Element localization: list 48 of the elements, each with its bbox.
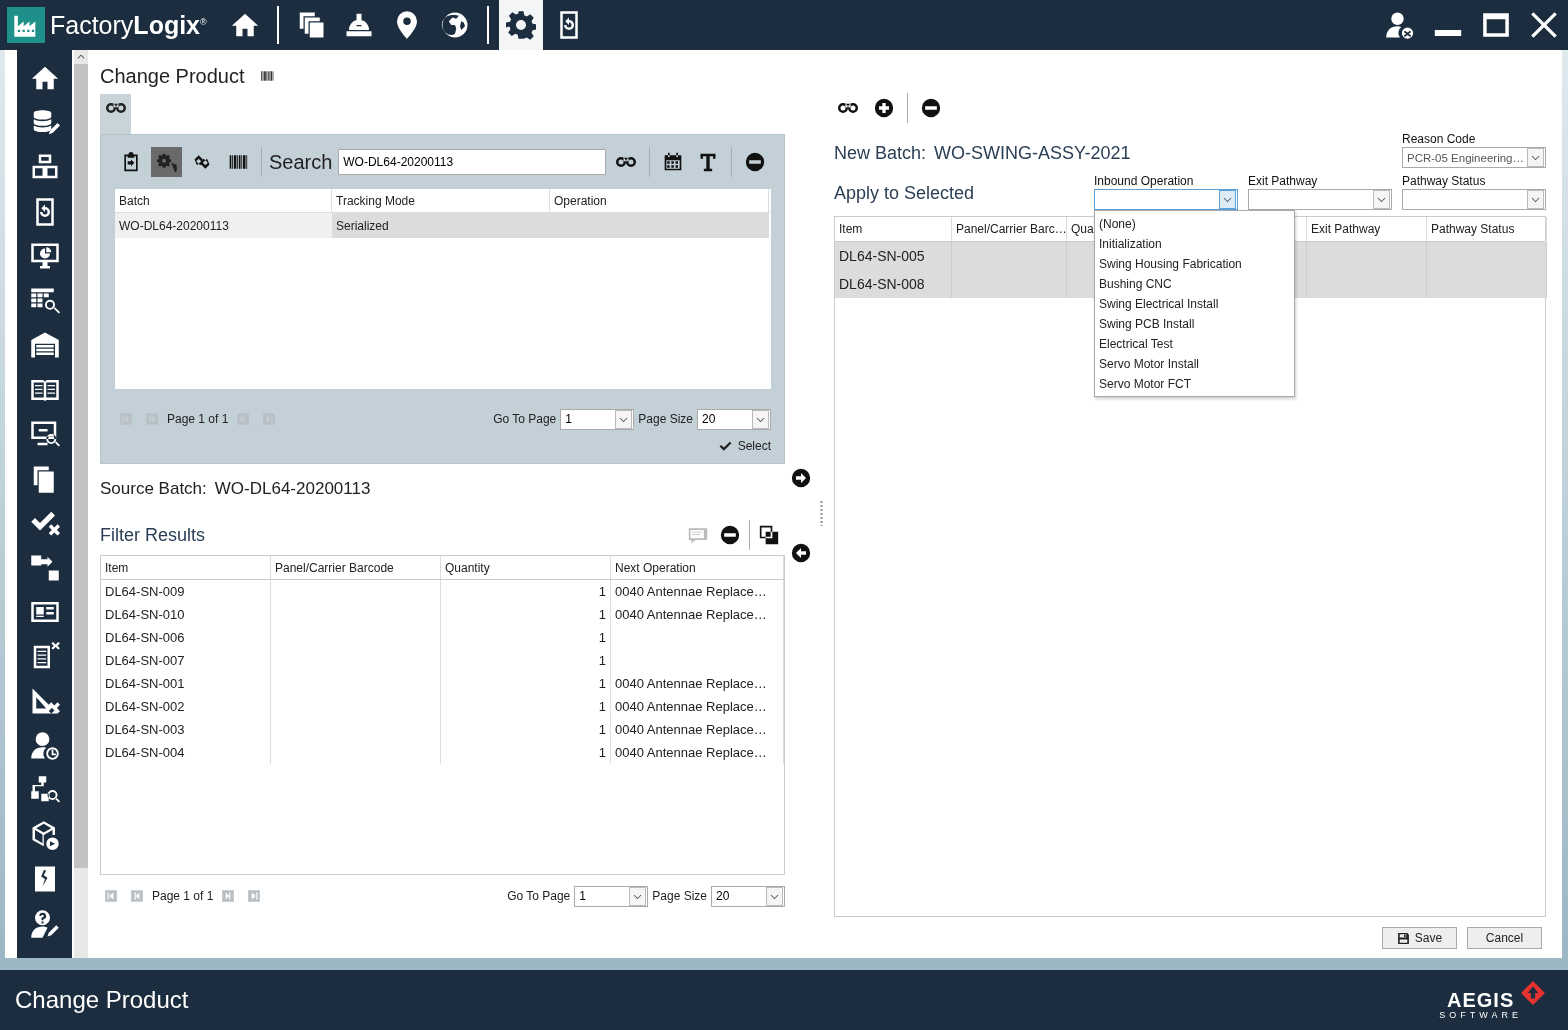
table-cell: DL64-SN-005: [835, 242, 952, 270]
source-batch-label: Source Batch:: [100, 479, 207, 499]
table-cell: 0040 Antennae Replace…: [611, 741, 784, 764]
brand-tagline: SOFTWARE: [1439, 1009, 1522, 1021]
brand-name: AEGIS: [1447, 989, 1515, 1010]
apply-to-selected-title: Apply to Selected: [834, 183, 975, 204]
table-cell: 1: [441, 695, 611, 718]
table-cell: WO-DL64-20200113: [115, 213, 332, 238]
reason-code-label: Reason Code: [1402, 132, 1477, 147]
table-cell: DL64-SN-004: [101, 741, 271, 764]
footer-title: Change Product: [15, 986, 189, 1014]
page-info: Page 1 of 1: [152, 889, 214, 903]
table-cell: DL64-SN-009: [101, 580, 271, 603]
table-cell: 1: [441, 649, 611, 672]
table-cell: 1: [441, 718, 611, 741]
table-cell: DL64-SN-010: [101, 603, 271, 626]
table-cell: 1: [441, 741, 611, 764]
table-cell: 1: [441, 580, 611, 603]
table-cell: 1: [441, 626, 611, 649]
page-title: Change Product: [100, 64, 245, 88]
table-cell: DL64-SN-006: [101, 626, 271, 649]
table-cell: DL64-SN-007: [101, 649, 271, 672]
page-info: Page 1 of 1: [167, 412, 229, 426]
field-label: Inbound Operation: [1094, 174, 1195, 189]
page-size-label: Page Size: [638, 412, 693, 426]
table-cell: 1: [441, 603, 611, 626]
go-to-page-label: Go To Page: [493, 412, 557, 426]
page-size-label: Page Size: [652, 889, 707, 903]
table-cell: DL64-SN-001: [101, 672, 271, 695]
source-batch-value: WO-DL64-20200113: [214, 479, 371, 499]
go-to-page-label: Go To Page: [507, 889, 571, 903]
table-cell: DL64-SN-002: [101, 695, 271, 718]
table-cell: 0040 Antennae Replace…: [611, 672, 784, 695]
table-cell: DL64-SN-003: [101, 718, 271, 741]
filter-results-title: Filter Results: [100, 524, 206, 546]
table-cell: Serialized: [332, 213, 550, 238]
table-cell: 1: [441, 672, 611, 695]
app-name: FactoryLogix$^{®}$: [50, 10, 207, 40]
table-cell: DL64-SN-008: [835, 270, 952, 298]
table-cell: 0040 Antennae Replace…: [611, 580, 784, 603]
new-batch-value: WO-SWING-ASSY-2021: [934, 143, 1131, 164]
table-cell: 0040 Antennae Replace…: [611, 718, 784, 741]
table-cell: 0040 Antennae Replace…: [611, 695, 784, 718]
field-label: Pathway Status: [1402, 174, 1487, 189]
field-label: Exit Pathway: [1248, 174, 1319, 189]
new-batch-label: New Batch:: [834, 143, 927, 164]
search-label: Search: [268, 150, 333, 174]
table-cell: 0040 Antennae Replace…: [611, 603, 784, 626]
